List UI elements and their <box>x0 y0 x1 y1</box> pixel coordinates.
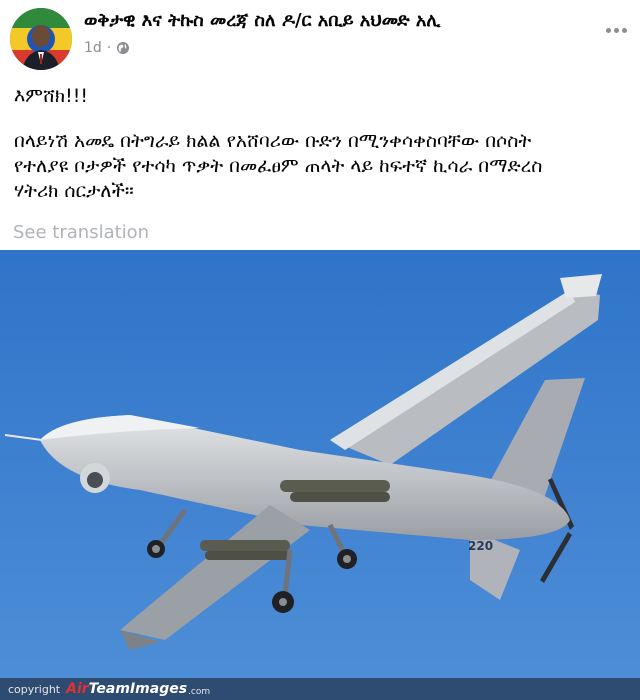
post-body-line: ሃትሪክ ሰርታለች። <box>14 180 134 202</box>
watermark-brand-rest: TeamImages <box>88 681 188 697</box>
copyright-word: copyright <box>8 682 61 696</box>
post-meta: 1d · <box>84 40 130 56</box>
page-name[interactable]: ወቅታዊ እና ትኩስ መረጃ ስለ ዶ/ር አቢይ አህመድ አሊ <box>84 10 440 31</box>
post-header: ወቅታዊ እና ትኩስ መረጃ ስለ ዶ/ር አቢይ አህመድ አሊ 1d · <box>0 0 640 76</box>
meta-separator: · <box>106 40 112 56</box>
post-text: እምሸክ!!! በላይነሽ አመዴ በትግራይ ክልል የአሸባሪው ቡድን በ… <box>14 84 626 204</box>
globe-icon <box>117 42 130 54</box>
post-image[interactable]: 220 copyright AirTeamImages .com <box>0 250 640 700</box>
see-translation-link[interactable]: See translation <box>13 222 149 243</box>
post-time[interactable]: 1d <box>84 40 102 56</box>
copyright-watermark: copyright AirTeamImages .com <box>0 678 640 700</box>
post-body: በላይነሽ አመዴ በትግራይ ክልል የአሸባሪው ቡድን በሚንቀሳቀስባቸ… <box>14 129 626 204</box>
watermark-brand: AirTeamImages <box>66 681 187 697</box>
drone-photo: 220 <box>0 250 640 700</box>
tail-number: 220 <box>468 539 493 553</box>
post-body-line: በላይነሽ አመዴ በትግራይ ክልል የአሸባሪው ቡድን በሚንቀሳቀስባቸ… <box>14 130 532 152</box>
more-options-button[interactable] <box>602 20 630 40</box>
watermark-tld: .com <box>188 687 211 697</box>
post-exclaim: እምሸክ!!! <box>14 85 88 107</box>
avatar[interactable] <box>10 8 72 70</box>
watermark-brand-a: Air <box>66 681 89 697</box>
post-body-line: የተለያዩ ቦታዎች የተሳካ ጥቃት በመፈፀም ጠላት ላይ ከፍተኛ ኪሳ… <box>14 155 543 177</box>
more-dots-icon <box>605 27 611 33</box>
